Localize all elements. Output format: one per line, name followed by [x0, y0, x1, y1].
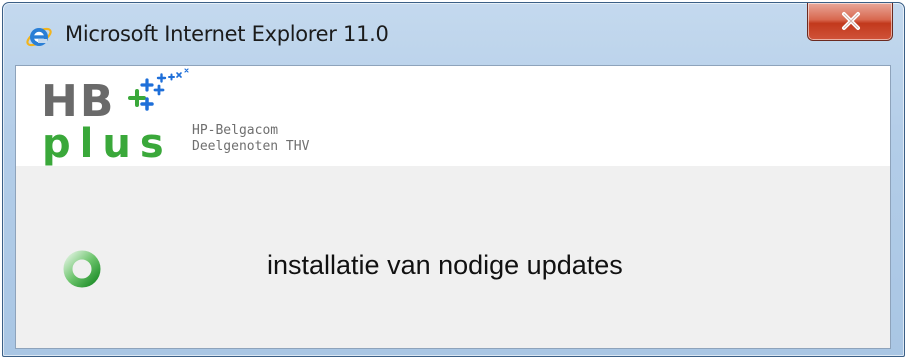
- logo-plus-text: plus: [42, 121, 173, 167]
- dialog-window: Microsoft Internet Explorer 11.0 HB plus: [2, 2, 905, 357]
- title-bar[interactable]: Microsoft Internet Explorer 11.0: [3, 3, 904, 65]
- logo-crosses-icon: [128, 68, 189, 111]
- loading-spinner-icon: [63, 250, 101, 288]
- close-button[interactable]: [807, 3, 893, 41]
- company-subtitle: Deelgenoten THV: [192, 139, 310, 154]
- logo-banner: HB plus HP-Belgacom Deelgenoten THV: [16, 66, 890, 166]
- logo-hb-text: HB: [41, 76, 116, 127]
- close-icon: [842, 12, 860, 30]
- internet-explorer-icon: [25, 23, 53, 51]
- window-title: Microsoft Internet Explorer 11.0: [65, 22, 389, 46]
- status-message: installatie van nodige updates: [267, 250, 623, 280]
- dialog-content: HB plus HP-Belgacom Deelgenoten THV inst…: [15, 65, 891, 349]
- company-name: HP-Belgacom: [192, 123, 279, 138]
